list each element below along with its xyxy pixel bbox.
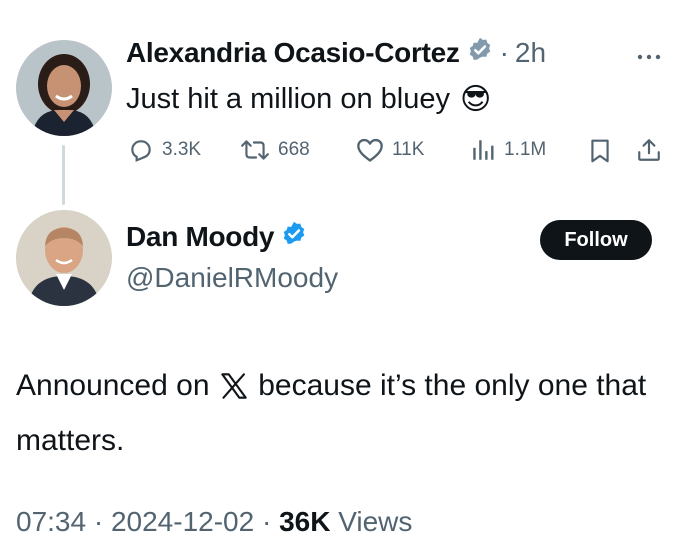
views-count: 1.1M xyxy=(504,139,547,160)
aoc-avatar[interactable] xyxy=(16,40,112,136)
post-text-before-logo: Announced on xyxy=(16,369,210,402)
aoc-post-text: Just hit a million on bluey xyxy=(126,83,450,115)
dan-moody-handle[interactable]: @DanielRMoody xyxy=(126,262,338,294)
thread-connector-line xyxy=(62,145,65,205)
bookmark-icon[interactable] xyxy=(588,138,612,169)
views-chart-icon xyxy=(473,140,494,160)
aoc-post-body: Just hit a million on bluey 😎 xyxy=(126,82,491,117)
reply-button[interactable]: 3.3K xyxy=(128,137,201,163)
dan-moody-header: Dan Moody xyxy=(126,220,308,253)
repost-button[interactable]: 668 xyxy=(240,137,310,163)
post-timestamp[interactable]: 07:34 · 2024-12-02 · xyxy=(16,506,271,537)
follow-button-wrap: Follow xyxy=(540,220,652,260)
aoc-post-time[interactable]: 2h xyxy=(515,37,546,69)
views-button[interactable]: 1.1M xyxy=(470,137,546,163)
sunglasses-emoji: 😎 xyxy=(460,83,492,116)
x-logo-icon xyxy=(220,364,248,415)
share-icon[interactable] xyxy=(636,137,662,168)
dan-moody-avatar[interactable] xyxy=(16,210,112,306)
like-button[interactable]: 11K xyxy=(356,137,424,163)
header-separator: · xyxy=(499,36,509,68)
like-count: 11K xyxy=(392,139,425,160)
reply-count: 3.3K xyxy=(162,139,202,160)
post-views-count: 36K xyxy=(279,506,331,537)
more-icon[interactable] xyxy=(636,48,662,66)
aoc-author-name[interactable]: Alexandria Ocasio-Cortez xyxy=(126,37,460,69)
aoc-post-header: Alexandria Ocasio-Cortez · 2h xyxy=(126,36,546,69)
post-footer: 07:34 · 2024-12-02 · 36K Views xyxy=(16,506,412,538)
dan-moody-author-name[interactable]: Dan Moody xyxy=(126,221,274,253)
reply-icon xyxy=(131,140,151,162)
repost-icon xyxy=(241,140,269,160)
follow-button[interactable]: Follow xyxy=(540,220,652,260)
post-views-label: Views xyxy=(338,506,413,537)
dan-moody-post-text: Announced on because it’s the only one t… xyxy=(16,360,656,466)
repost-count: 668 xyxy=(278,139,310,160)
gray-verified-badge-icon xyxy=(466,36,494,69)
blue-verified-badge-icon xyxy=(280,220,308,253)
heart-icon xyxy=(357,138,383,162)
